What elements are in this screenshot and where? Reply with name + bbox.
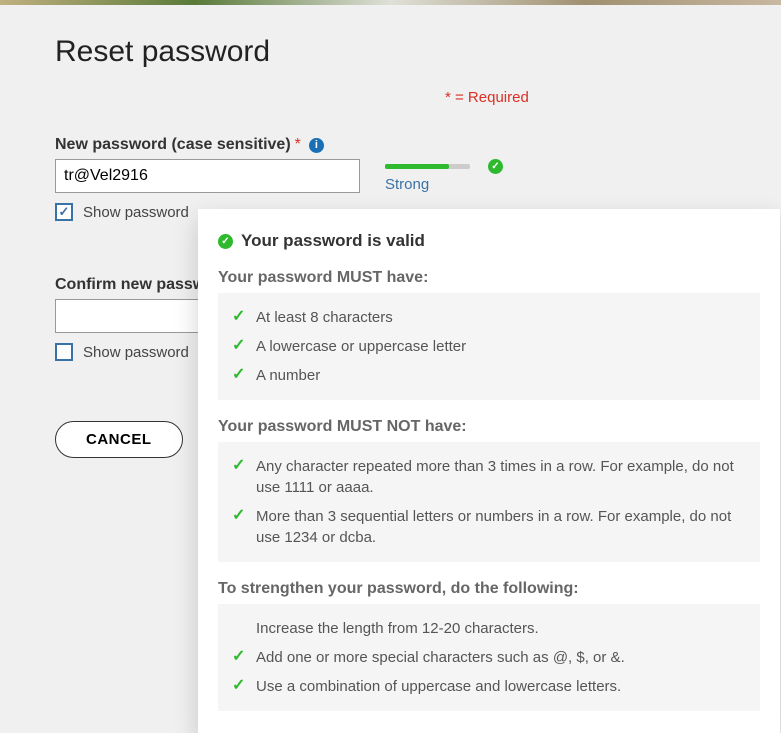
rule-item: At least 8 characters xyxy=(232,303,746,332)
check-icon xyxy=(232,647,247,666)
rule-item: Use a combination of uppercase and lower… xyxy=(232,672,746,701)
strengthen-heading: To strengthen your password, do the foll… xyxy=(218,580,760,598)
must-not-heading: Your password MUST NOT have: xyxy=(218,418,760,436)
info-icon[interactable]: i xyxy=(309,138,324,153)
must-have-box: At least 8 characters A lowercase or upp… xyxy=(218,293,760,400)
check-icon xyxy=(232,307,247,326)
must-have-heading: Your password MUST have: xyxy=(218,269,760,287)
rule-item: Add one or more special characters such … xyxy=(232,643,746,672)
show-new-password-checkbox[interactable] xyxy=(55,203,73,221)
strength-bar xyxy=(385,164,470,169)
new-password-label-text: New password (case sensitive) xyxy=(55,136,291,154)
password-strength: Strong xyxy=(385,159,503,193)
strength-label: Strong xyxy=(385,176,503,193)
rule-item: More than 3 sequential letters or number… xyxy=(232,502,746,552)
cancel-button[interactable]: CANCEL xyxy=(55,421,183,458)
rule-item: A lowercase or uppercase letter xyxy=(232,332,746,361)
show-confirm-password-checkbox[interactable] xyxy=(55,343,73,361)
rule-item: Any character repeated more than 3 times… xyxy=(232,452,746,502)
valid-check-icon xyxy=(218,234,233,249)
check-icon xyxy=(232,676,247,695)
password-rules-panel: Your password is valid Your password MUS… xyxy=(198,209,780,733)
valid-heading: Your password is valid xyxy=(241,231,425,251)
required-note: * = Required xyxy=(445,89,726,106)
check-icon xyxy=(232,506,247,525)
check-circle-icon xyxy=(488,159,503,174)
strengthen-box: Increase the length from 12-20 character… xyxy=(218,604,760,711)
must-not-box: Any character repeated more than 3 times… xyxy=(218,442,760,562)
rule-item: Increase the length from 12-20 character… xyxy=(232,614,746,643)
required-asterisk: * xyxy=(295,136,301,154)
check-icon xyxy=(232,365,247,384)
page-title: Reset password xyxy=(55,35,726,69)
rule-item: A number xyxy=(232,361,746,390)
check-icon xyxy=(232,456,247,475)
show-confirm-password-label: Show password xyxy=(83,344,189,361)
new-password-label: New password (case sensitive)* i xyxy=(55,136,726,154)
new-password-input[interactable] xyxy=(55,159,360,193)
check-icon xyxy=(232,336,247,355)
show-new-password-label: Show password xyxy=(83,204,189,221)
